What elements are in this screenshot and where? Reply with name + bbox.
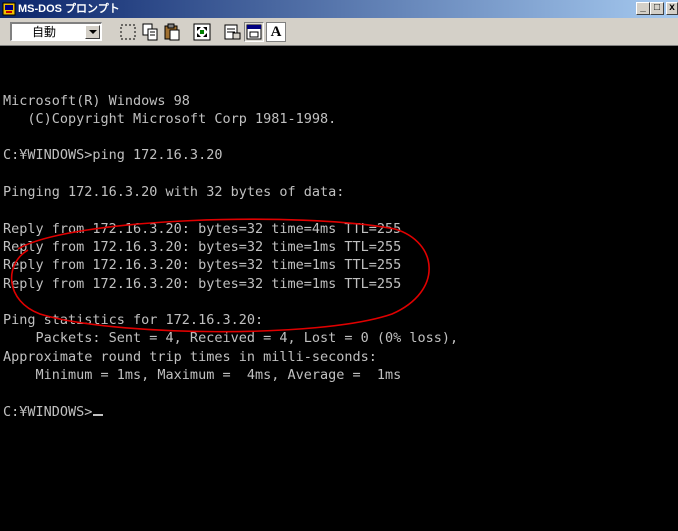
- minimize-button[interactable]: _: [636, 2, 650, 15]
- msdos-window: MS-DOS プロンプト _ □ x 自動 A Microsoft(R) Win…: [0, 0, 678, 531]
- title-bar[interactable]: MS-DOS プロンプト _ □ x: [0, 0, 678, 18]
- background-icon: [246, 24, 262, 40]
- toolbar: 自動 A: [0, 18, 678, 46]
- properties-button[interactable]: [222, 22, 242, 42]
- maximize-icon: □: [653, 2, 661, 13]
- font-size-value: 自動: [32, 25, 57, 39]
- paste-button[interactable]: [162, 22, 182, 42]
- fullscreen-button[interactable]: [192, 22, 212, 42]
- font-size-select[interactable]: 自動: [10, 22, 102, 41]
- close-button[interactable]: x: [666, 2, 678, 15]
- highlight-ellipse: [10, 218, 430, 333]
- copy-button[interactable]: [140, 22, 160, 42]
- chevron-down-icon[interactable]: [85, 25, 100, 39]
- background-button[interactable]: [244, 22, 264, 42]
- maximize-button[interactable]: □: [650, 2, 664, 15]
- paste-icon: [164, 23, 180, 41]
- close-icon: x: [669, 2, 675, 13]
- window-title: MS-DOS プロンプト: [18, 3, 120, 15]
- minimize-icon: _: [640, 2, 646, 13]
- mark-icon: [120, 24, 136, 40]
- properties-icon: [224, 24, 241, 40]
- fullscreen-icon: [193, 23, 211, 41]
- msdos-icon: [2, 2, 16, 16]
- mark-button[interactable]: [118, 22, 138, 42]
- copy-icon: [142, 23, 158, 41]
- font-icon: A: [270, 24, 282, 40]
- font-button[interactable]: A: [266, 22, 286, 42]
- highlight-ellipse-path: [10, 218, 430, 333]
